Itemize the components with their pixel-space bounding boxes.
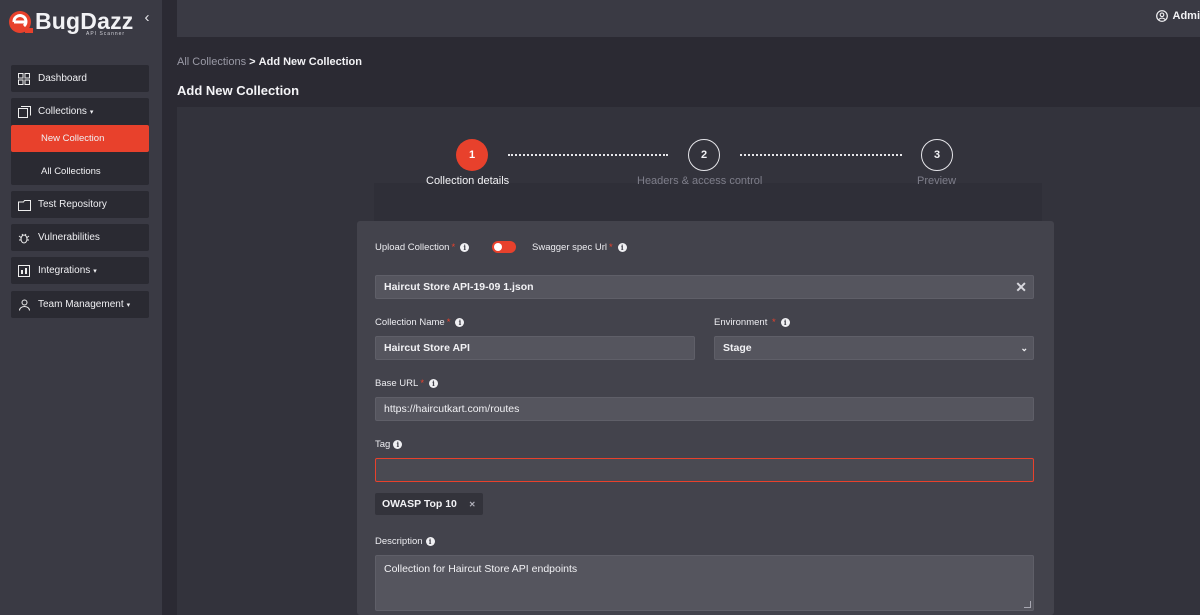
collapse-sidebar-chevron-icon[interactable]: ‹: [140, 9, 154, 27]
breadcrumb-current: Add New Collection: [258, 56, 362, 68]
collections-icon: [17, 105, 31, 119]
user-menu[interactable]: Admi: [1155, 10, 1200, 22]
test-repository-icon: [17, 198, 31, 212]
sidebar-item-label: Team Management: [38, 299, 124, 310]
required-asterisk: *: [420, 378, 425, 389]
chevron-down-icon: ⌄: [1020, 343, 1028, 353]
environment-select[interactable]: Stage ⌄: [714, 336, 1034, 360]
sidebar-item-label: Collections: [38, 106, 87, 117]
info-icon[interactable]: i: [780, 318, 790, 327]
toggle-knob: [494, 243, 502, 251]
step-connector: [740, 154, 902, 156]
team-icon: [17, 298, 31, 312]
label-text: Base URL: [375, 378, 419, 389]
description-textarea[interactable]: Collection for Haircut Store API endpoin…: [375, 555, 1034, 611]
required-asterisk: *: [608, 242, 613, 253]
sidebar-subitem-all-collections[interactable]: All Collections: [11, 158, 149, 185]
caret-down-icon: ▾: [126, 301, 131, 309]
base-url-input[interactable]: https://haircutkart.com/routes: [375, 397, 1034, 421]
logo-mark-icon: [9, 11, 33, 33]
upload-collection-label: Upload Collection * i: [375, 242, 470, 253]
swagger-spec-url-label: Swagger spec Url * i: [532, 242, 627, 253]
tag-chip: OWASP Top 10 ✕: [375, 493, 483, 515]
sidebar-item-collections[interactable]: Collections ▾: [11, 98, 149, 125]
step-1-label: Collection details: [426, 175, 510, 187]
close-icon[interactable]: ✕: [1015, 279, 1027, 296]
uploaded-file-field[interactable]: Haircut Store API-19-09 1.json ✕: [375, 275, 1034, 299]
upload-swagger-toggle[interactable]: [492, 241, 516, 253]
label-text: Description: [375, 536, 423, 547]
info-icon[interactable]: i: [425, 537, 435, 546]
required-asterisk: *: [446, 317, 451, 328]
sidebar-item-label: Dashboard: [38, 73, 87, 84]
required-asterisk: *: [769, 317, 776, 328]
label-text: Upload Collection: [375, 242, 450, 253]
resize-handle-icon[interactable]: [1024, 601, 1031, 608]
breadcrumb-separator: >: [249, 56, 256, 68]
collection-name-label: Collection Name * i: [375, 317, 465, 328]
info-icon[interactable]: i: [455, 318, 465, 327]
select-value: Stage: [723, 342, 752, 354]
step-2-label: Headers & access control: [637, 175, 763, 187]
sidebar-item-vulnerabilities[interactable]: Vulnerabilities: [11, 224, 149, 251]
info-icon[interactable]: i: [460, 243, 470, 252]
sidebar-item-label: Test Repository: [38, 199, 107, 210]
step-3-label: Preview: [917, 175, 957, 187]
collections-group: Collections ▾ New Collection All Collect…: [11, 98, 149, 185]
sidebar-item-integrations[interactable]: Integrations ▾: [11, 257, 149, 284]
tag-label: Tag i: [375, 439, 403, 450]
remove-tag-icon[interactable]: ✕: [469, 500, 476, 509]
required-asterisk: *: [451, 242, 456, 253]
step-1-circle[interactable]: 1: [456, 139, 488, 171]
label-text: Environment: [714, 317, 768, 328]
file-name: Haircut Store API-19-09 1.json: [384, 281, 534, 293]
textarea-value: Collection for Haircut Store API endpoin…: [384, 563, 578, 575]
sidebar-item-label: Vulnerabilities: [38, 232, 100, 243]
sidebar: BugDazz API Scanner ‹ Dashboard Collecti…: [0, 0, 162, 615]
dashboard-grid-icon: [17, 72, 31, 86]
label-text: Collection Name: [375, 317, 445, 328]
sidebar-item-label: Integrations: [38, 265, 91, 276]
info-icon[interactable]: i: [393, 440, 403, 449]
breadcrumb: All Collections > Add New Collection: [177, 56, 362, 68]
label-text: Tag: [375, 439, 391, 450]
description-label: Description i: [375, 536, 435, 547]
page-title: Add New Collection: [177, 83, 300, 98]
tag-input[interactable]: [375, 458, 1034, 482]
base-url-label: Base URL * i: [375, 378, 439, 389]
top-bar: Admi: [177, 0, 1200, 37]
info-icon[interactable]: i: [617, 243, 627, 252]
step-3-circle[interactable]: 3: [921, 139, 953, 171]
input-value: https://haircutkart.com/routes: [384, 403, 520, 415]
app-logo[interactable]: BugDazz API Scanner: [8, 6, 158, 37]
form-card: Upload Collection * i Swagger spec Url * i H…: [357, 221, 1054, 615]
caret-down-icon: ▾: [89, 108, 94, 116]
step-2-circle[interactable]: 2: [688, 139, 720, 171]
user-icon: [1155, 10, 1168, 22]
logo-subtitle: API Scanner: [86, 31, 126, 37]
stepper-backdrop: [374, 183, 1042, 223]
tag-chip-label: OWASP Top 10: [382, 498, 457, 510]
label-text: Swagger spec Url: [532, 242, 607, 253]
sidebar-item-dashboard[interactable]: Dashboard: [11, 65, 149, 92]
sidebar-subitem-new-collection[interactable]: New Collection: [11, 125, 149, 152]
input-value: Haircut Store API: [384, 342, 470, 354]
sidebar-item-team-management[interactable]: Team Management ▾: [11, 291, 149, 318]
collection-name-input[interactable]: Haircut Store API: [375, 336, 695, 360]
breadcrumb-parent-link[interactable]: All Collections: [177, 56, 246, 68]
environment-label: Environment * i: [714, 317, 790, 328]
integrations-icon: [17, 264, 31, 278]
sidebar-item-test-repository[interactable]: Test Repository: [11, 191, 149, 218]
caret-down-icon: ▾: [93, 267, 97, 275]
step-connector: [508, 154, 668, 156]
user-name: Admi: [1172, 10, 1200, 22]
info-icon[interactable]: i: [429, 379, 439, 388]
bug-icon: [17, 231, 31, 245]
